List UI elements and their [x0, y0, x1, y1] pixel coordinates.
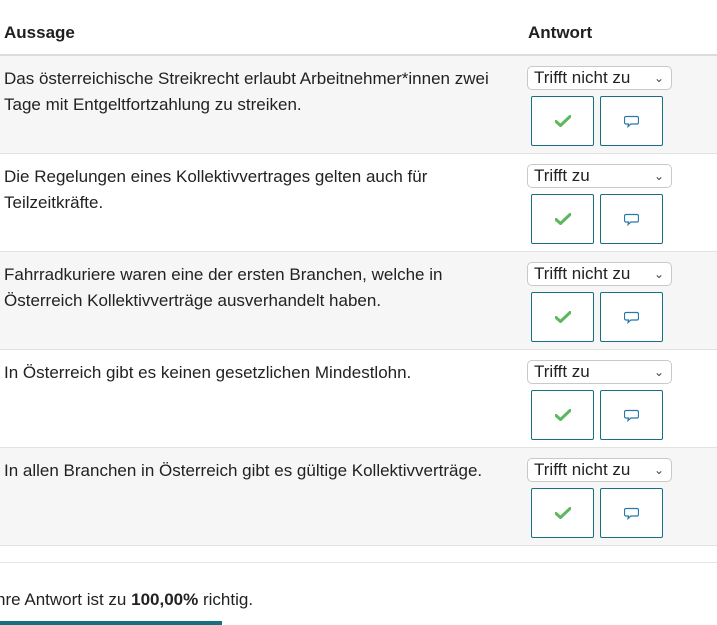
chevron-down-icon: ⌄	[653, 267, 664, 281]
chevron-down-icon: ⌄	[653, 169, 664, 183]
answer-select[interactable]: Trifft nicht zu ⌄	[527, 66, 672, 90]
comment-icon	[624, 409, 639, 422]
correct-indicator-button[interactable]	[531, 96, 594, 146]
result-prefix: hre Antwort ist zu	[0, 590, 132, 609]
chevron-down-icon: ⌄	[653, 365, 664, 379]
chevron-down-icon: ⌄	[653, 71, 664, 85]
result-suffix: richtig.	[198, 590, 254, 609]
correct-indicator-button[interactable]	[531, 390, 594, 440]
result-percent: 100,00%	[131, 590, 199, 609]
answer-select[interactable]: Trifft nicht zu ⌄	[527, 458, 672, 482]
check-icon	[554, 311, 571, 323]
statement-text: In Österreich gibt es keinen gesetzliche…	[4, 363, 412, 382]
correct-indicator-button[interactable]	[531, 488, 594, 538]
check-icon	[554, 409, 571, 421]
result-progress-bar	[0, 621, 222, 625]
feedback-button[interactable]	[600, 96, 663, 146]
feedback-button[interactable]	[600, 292, 663, 342]
comment-icon	[624, 507, 639, 520]
column-header-answer: Antwort	[528, 23, 593, 42]
check-icon	[554, 115, 571, 127]
table-row: Fahrradkuriere waren eine der ersten Bra…	[0, 252, 717, 350]
column-header-statement: Aussage	[4, 23, 75, 42]
table-row: Die Regelungen eines Kollektivvertrages …	[0, 154, 717, 252]
check-icon	[554, 507, 571, 519]
feedback-button[interactable]	[600, 390, 663, 440]
comment-icon	[624, 311, 639, 324]
table-row: In Österreich gibt es keinen gesetzliche…	[0, 350, 717, 448]
statement-text: In allen Branchen in Österreich gibt es …	[4, 461, 483, 480]
statement-text: Die Regelungen eines Kollektivvertrages …	[4, 167, 428, 212]
table-header: Aussage Antwort	[0, 12, 717, 56]
table-row: Das österreichische Streikrecht erlaubt …	[0, 56, 717, 154]
answer-select-value: Trifft nicht zu	[534, 460, 631, 479]
answer-select[interactable]: Trifft zu ⌄	[527, 360, 672, 384]
answer-select-value: Trifft nicht zu	[534, 68, 631, 87]
correct-indicator-button[interactable]	[531, 194, 594, 244]
comment-icon	[624, 213, 639, 226]
statement-table: Aussage Antwort Das österreichische Stre…	[0, 12, 717, 546]
quiz-result-page: Aussage Antwort Das österreichische Stre…	[0, 0, 717, 625]
divider	[0, 562, 717, 563]
check-icon	[554, 213, 571, 225]
table-row: In allen Branchen in Österreich gibt es …	[0, 448, 717, 546]
feedback-button[interactable]	[600, 488, 663, 538]
result-text: hre Antwort ist zu 100,00% richtig.	[0, 590, 253, 610]
feedback-button[interactable]	[600, 194, 663, 244]
chevron-down-icon: ⌄	[653, 463, 664, 477]
comment-icon	[624, 115, 639, 128]
correct-indicator-button[interactable]	[531, 292, 594, 342]
answer-select-value: Trifft nicht zu	[534, 264, 631, 283]
answer-select[interactable]: Trifft nicht zu ⌄	[527, 262, 672, 286]
statement-text: Das österreichische Streikrecht erlaubt …	[4, 69, 489, 114]
statement-text: Fahrradkuriere waren eine der ersten Bra…	[4, 265, 443, 310]
answer-select-value: Trifft zu	[534, 362, 590, 381]
answer-select-value: Trifft zu	[534, 166, 590, 185]
answer-select[interactable]: Trifft zu ⌄	[527, 164, 672, 188]
